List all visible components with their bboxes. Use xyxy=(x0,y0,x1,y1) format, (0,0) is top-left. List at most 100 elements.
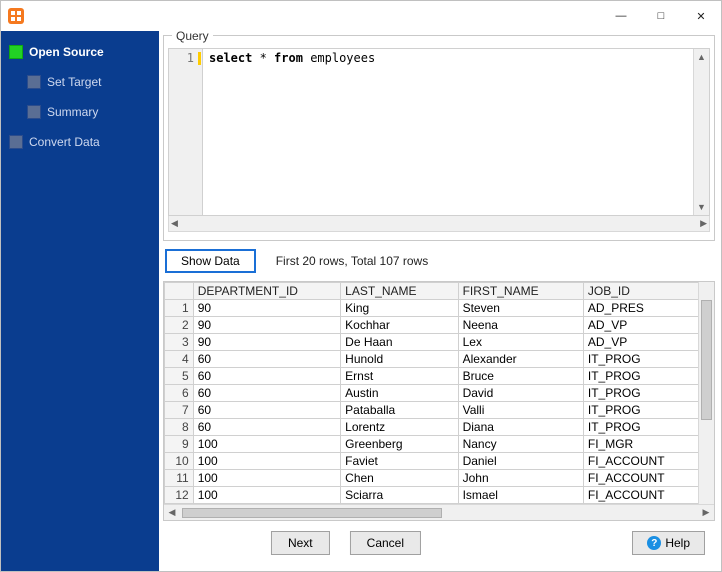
sidebar-item-open-source[interactable]: Open Source xyxy=(5,41,155,63)
table-row[interactable]: 760PataballaValliIT_PROG4800VPATABA xyxy=(165,402,715,419)
table-cell[interactable]: FI_ACCOUNT xyxy=(583,487,704,504)
table-cell[interactable]: IT_PROG xyxy=(583,419,704,436)
row-number-cell[interactable]: 10 xyxy=(165,453,194,470)
row-number-cell[interactable]: 2 xyxy=(165,317,194,334)
table-horizontal-scrollbar[interactable]: ◀ ▶ xyxy=(164,504,714,520)
table-cell[interactable]: Chen xyxy=(341,470,458,487)
table-cell[interactable]: FI_MGR xyxy=(583,436,704,453)
table-cell[interactable]: IT_PROG xyxy=(583,351,704,368)
scroll-up-icon[interactable]: ▲ xyxy=(694,49,709,65)
table-cell[interactable]: Ernst xyxy=(341,368,458,385)
table-cell[interactable]: De Haan xyxy=(341,334,458,351)
column-header[interactable]: FIRST_NAME xyxy=(458,283,583,300)
results-table[interactable]: DEPARTMENT_IDLAST_NAMEFIRST_NAMEJOB_IDSA… xyxy=(164,282,714,504)
table-cell[interactable]: Urman xyxy=(341,504,458,505)
next-button[interactable]: Next xyxy=(271,531,330,555)
table-cell[interactable]: IT_PROG xyxy=(583,368,704,385)
table-row[interactable]: 12100SciarraIsmaelFI_ACCOUNT7700ISCIARRA xyxy=(165,487,715,504)
cancel-button[interactable]: Cancel xyxy=(350,531,421,555)
row-number-cell[interactable]: 6 xyxy=(165,385,194,402)
scroll-right-icon[interactable]: ▶ xyxy=(698,507,714,518)
table-cell[interactable]: 100 xyxy=(193,453,340,470)
table-cell[interactable]: IT_PROG xyxy=(583,385,704,402)
table-cell[interactable]: Hunold xyxy=(341,351,458,368)
table-row[interactable]: 560ErnstBruceIT_PROG6000BERNST xyxy=(165,368,715,385)
row-number-cell[interactable]: 1 xyxy=(165,300,194,317)
row-number-cell[interactable]: 11 xyxy=(165,470,194,487)
table-row[interactable]: 390De HaanLexAD_VP17000LDEHAAN xyxy=(165,334,715,351)
table-cell[interactable]: 60 xyxy=(193,419,340,436)
table-row[interactable]: 11100ChenJohnFI_ACCOUNT8200JCHEN xyxy=(165,470,715,487)
table-cell[interactable]: 100 xyxy=(193,487,340,504)
row-number-cell[interactable]: 5 xyxy=(165,368,194,385)
table-cell[interactable]: 90 xyxy=(193,300,340,317)
row-number-cell[interactable]: 9 xyxy=(165,436,194,453)
row-number-cell[interactable]: 8 xyxy=(165,419,194,436)
table-cell[interactable]: Valli xyxy=(458,402,583,419)
sidebar-item-summary[interactable]: Summary xyxy=(23,101,155,123)
table-vertical-scrollbar[interactable] xyxy=(698,282,714,504)
row-number-cell[interactable]: 3 xyxy=(165,334,194,351)
maximize-button[interactable]: □ xyxy=(641,1,681,31)
table-cell[interactable]: Sciarra xyxy=(341,487,458,504)
scroll-down-icon[interactable]: ▼ xyxy=(694,199,709,215)
table-cell[interactable]: Lorentz xyxy=(341,419,458,436)
row-number-cell[interactable]: 4 xyxy=(165,351,194,368)
table-cell[interactable]: Kochhar xyxy=(341,317,458,334)
sidebar-item-convert-data[interactable]: Convert Data xyxy=(5,131,155,153)
table-cell[interactable]: Nancy xyxy=(458,436,583,453)
table-cell[interactable]: Pataballa xyxy=(341,402,458,419)
table-cell[interactable]: David xyxy=(458,385,583,402)
table-cell[interactable]: Neena xyxy=(458,317,583,334)
table-cell[interactable]: 60 xyxy=(193,351,340,368)
scroll-right-icon[interactable]: ▶ xyxy=(700,218,707,229)
table-row[interactable]: 190KingStevenAD_PRES24000SKING xyxy=(165,300,715,317)
minimize-button[interactable]: — xyxy=(601,1,641,31)
table-cell[interactable]: FI_ACCOUNT xyxy=(583,453,704,470)
close-button[interactable]: ✕ xyxy=(681,1,721,31)
table-cell[interactable]: IT_PROG xyxy=(583,402,704,419)
table-cell[interactable]: Faviet xyxy=(341,453,458,470)
table-cell[interactable]: FI_ACCOUNT xyxy=(583,504,704,505)
table-cell[interactable]: Ismael xyxy=(458,487,583,504)
table-cell[interactable]: 100 xyxy=(193,470,340,487)
column-header[interactable]: DEPARTMENT_ID xyxy=(193,283,340,300)
column-header[interactable]: LAST_NAME xyxy=(341,283,458,300)
sql-editor[interactable]: 1 select * from employees ▲ ▼ xyxy=(168,48,710,216)
table-row[interactable]: 860LorentzDianaIT_PROG4200DLORENT xyxy=(165,419,715,436)
table-cell[interactable]: John xyxy=(458,470,583,487)
table-cell[interactable]: Daniel xyxy=(458,453,583,470)
table-row[interactable]: 460HunoldAlexanderIT_PROG9000AHUNOL xyxy=(165,351,715,368)
table-cell[interactable]: 100 xyxy=(193,436,340,453)
scroll-left-icon[interactable]: ◀ xyxy=(171,218,178,229)
table-cell[interactable]: Austin xyxy=(341,385,458,402)
table-cell[interactable]: Diana xyxy=(458,419,583,436)
table-cell[interactable]: Alexander xyxy=(458,351,583,368)
row-number-cell[interactable]: 13 xyxy=(165,504,194,505)
table-cell[interactable]: Lex xyxy=(458,334,583,351)
editor-vertical-scrollbar[interactable]: ▲ ▼ xyxy=(693,49,709,215)
table-row[interactable]: 290KochharNeenaAD_VP17000NKOCHH xyxy=(165,317,715,334)
row-number-cell[interactable]: 7 xyxy=(165,402,194,419)
table-cell[interactable]: King xyxy=(341,300,458,317)
row-number-header[interactable] xyxy=(165,283,194,300)
table-cell[interactable]: Steven xyxy=(458,300,583,317)
sidebar-item-set-target[interactable]: Set Target xyxy=(23,71,155,93)
table-row[interactable]: 660AustinDavidIT_PROG4800DAUSTIN xyxy=(165,385,715,402)
table-cell[interactable]: AD_VP xyxy=(583,334,704,351)
table-cell[interactable]: 60 xyxy=(193,385,340,402)
table-cell[interactable]: Jose Manuel xyxy=(458,504,583,505)
show-data-button[interactable]: Show Data xyxy=(165,249,256,273)
table-cell[interactable]: 90 xyxy=(193,317,340,334)
scroll-left-icon[interactable]: ◀ xyxy=(164,507,180,518)
table-cell[interactable]: 100 xyxy=(193,504,340,505)
table-cell[interactable]: FI_ACCOUNT xyxy=(583,470,704,487)
table-cell[interactable]: 90 xyxy=(193,334,340,351)
table-cell[interactable]: AD_PRES xyxy=(583,300,704,317)
table-row[interactable]: 9100GreenbergNancyFI_MGR12000NGREENE xyxy=(165,436,715,453)
column-header[interactable]: JOB_ID xyxy=(583,283,704,300)
table-cell[interactable]: Greenberg xyxy=(341,436,458,453)
editor-horizontal-scrollbar[interactable]: ◀▶ xyxy=(168,216,710,232)
table-cell[interactable]: 60 xyxy=(193,368,340,385)
table-cell[interactable]: AD_VP xyxy=(583,317,704,334)
